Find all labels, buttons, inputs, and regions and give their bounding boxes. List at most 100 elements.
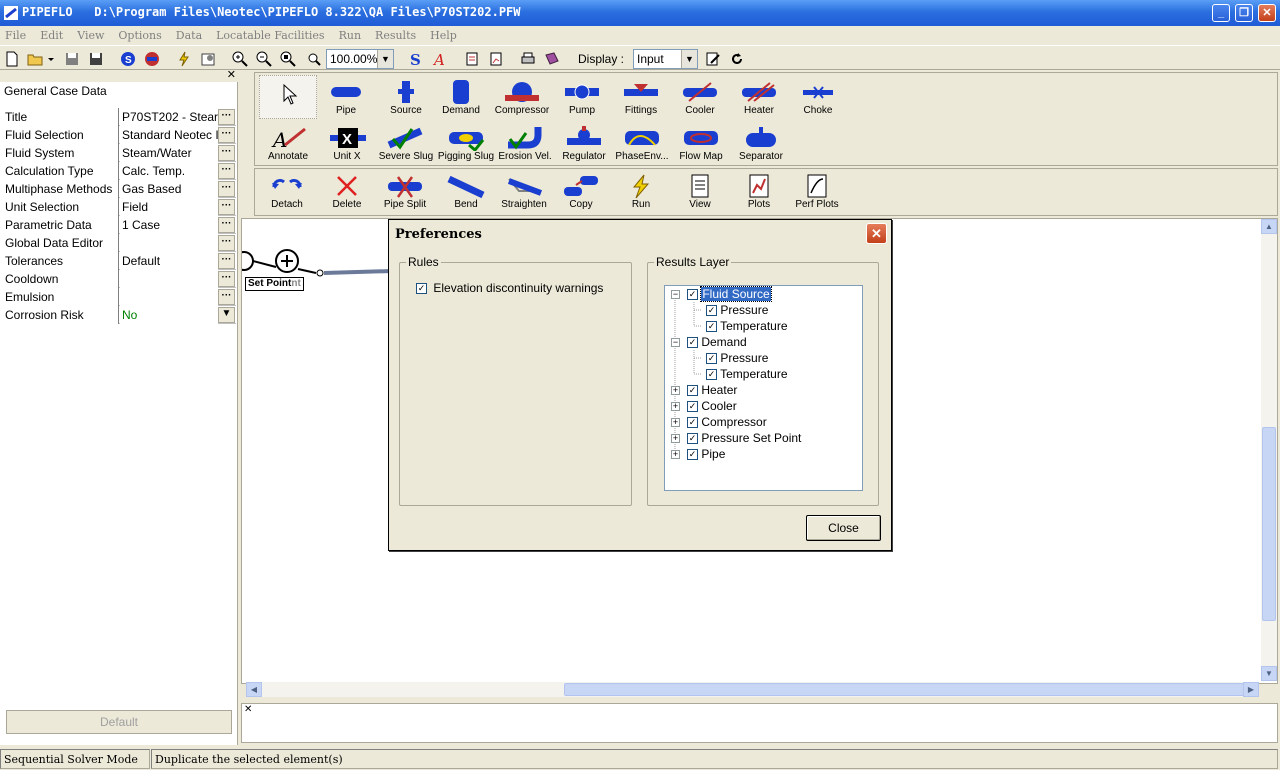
tool-run[interactable]: Run — [611, 171, 671, 217]
chart-report-icon[interactable] — [486, 49, 506, 69]
tree-subitem-demand-pressure[interactable]: ✓ Pressure — [706, 350, 768, 366]
a-font-icon[interactable]: A — [430, 49, 450, 69]
zoom-fit-icon[interactable] — [278, 49, 298, 69]
edit-notes-icon[interactable] — [703, 49, 723, 69]
tree-subitem-fluid-source-temperature[interactable]: ✓ Temperature — [706, 318, 788, 334]
new-file-icon[interactable] — [2, 49, 22, 69]
print-icon[interactable] — [518, 49, 538, 69]
ellipsis-button[interactable]: ··· — [218, 253, 235, 269]
tool-pipe-split[interactable]: Pipe Split — [375, 171, 435, 217]
tool-phaseenv[interactable]: PhaseEnv... — [612, 123, 672, 169]
tree-item-demand[interactable]: ✓ Demand — [687, 334, 747, 350]
ellipsis-button[interactable]: ··· — [218, 217, 235, 233]
elevation-warnings-option[interactable]: ✓ Elevation discontinuity warnings — [416, 281, 603, 295]
close-window-button[interactable]: ✕ — [1258, 4, 1276, 22]
tree-checkbox[interactable]: ✓ — [687, 385, 698, 397]
property-row-fluid-system[interactable]: Fluid System Steam/Water ··· — [2, 144, 236, 162]
tool-unit-x[interactable]: X Unit X — [317, 123, 377, 169]
open-dropdown-icon[interactable] — [45, 49, 57, 69]
tool-choke[interactable]: Choke — [788, 77, 848, 123]
property-row-multiphase-methods[interactable]: Multiphase Methods Gas Based ··· — [2, 180, 236, 198]
tool-cooler[interactable]: Cooler — [670, 77, 730, 123]
tool-straighten[interactable]: Straighten — [494, 171, 554, 217]
scroll-up-icon[interactable]: ▲ — [1261, 219, 1277, 234]
ellipsis-button[interactable]: ··· — [218, 289, 235, 305]
tool-delete[interactable]: Delete — [317, 171, 377, 217]
property-value[interactable]: Field — [120, 198, 218, 216]
tree-checkbox[interactable]: ✓ — [687, 417, 698, 429]
expand-icon[interactable]: + — [671, 386, 680, 395]
tree-item-cooler[interactable]: ✓ Cooler — [687, 398, 737, 414]
property-value[interactable]: No — [120, 306, 218, 324]
s-font-icon[interactable]: S — [406, 49, 426, 69]
vertical-scroll-thumb[interactable] — [1262, 427, 1276, 621]
tool-fittings[interactable]: Fittings — [611, 77, 671, 123]
property-value[interactable]: Calc. Temp. — [120, 162, 218, 180]
book-icon[interactable] — [542, 49, 562, 69]
minimize-button[interactable]: _ — [1212, 4, 1230, 22]
property-value[interactable]: 1 Case — [120, 216, 218, 234]
property-row-corrosion-risk[interactable]: Corrosion Risk No ▼ — [2, 306, 236, 324]
property-row-emulsion[interactable]: Emulsion ··· — [2, 288, 236, 306]
tool-annotate[interactable]: A Annotate — [258, 123, 318, 169]
property-row-unit-selection[interactable]: Unit Selection Field ··· — [2, 198, 236, 216]
ellipsis-button[interactable]: ··· — [218, 235, 235, 251]
save-all-icon[interactable] — [86, 49, 106, 69]
zoom-icon[interactable] — [304, 49, 324, 69]
menu-data[interactable]: Data — [176, 29, 202, 42]
scroll-left-icon[interactable]: ◀ — [246, 682, 262, 697]
menu-view[interactable]: View — [77, 29, 104, 42]
tree-checkbox[interactable]: ✓ — [706, 321, 717, 333]
tool-plots[interactable]: Plots — [729, 171, 789, 217]
tool-view[interactable]: View — [670, 171, 730, 217]
close-button[interactable]: Close — [806, 515, 881, 541]
tool-source[interactable]: Source — [376, 77, 436, 123]
tree-item-fluid-source[interactable]: ✓ Fluid Source — [687, 286, 772, 302]
tree-checkbox[interactable]: ✓ — [706, 353, 717, 365]
property-row-cooldown[interactable]: Cooldown ··· — [2, 270, 236, 288]
zoom-in-icon[interactable] — [230, 49, 250, 69]
tool-perf-plots[interactable]: Perf Plots — [787, 171, 847, 217]
property-value[interactable]: Steam/Water — [120, 144, 218, 162]
tree-item-heater[interactable]: ✓ Heater — [687, 382, 737, 398]
default-button[interactable]: Default — [6, 710, 232, 734]
menu-file[interactable]: File — [5, 29, 26, 42]
property-row-calculation-type[interactable]: Calculation Type Calc. Temp. ··· — [2, 162, 236, 180]
results-layer-tree[interactable]: − ✓ Fluid Source ✓ Pressure ✓ Temperature − ✓… — [664, 285, 863, 491]
tree-item-compressor[interactable]: ✓ Compressor — [687, 414, 767, 430]
property-value[interactable]: Gas Based — [120, 180, 218, 198]
expand-icon[interactable]: + — [671, 418, 680, 427]
tree-checkbox[interactable]: ✓ — [687, 433, 698, 445]
zoom-select[interactable]: 100.00% ▼ — [326, 49, 394, 69]
tree-checkbox[interactable]: ✓ — [706, 305, 717, 317]
expand-icon[interactable]: + — [671, 450, 680, 459]
tree-checkbox[interactable]: ✓ — [687, 449, 698, 461]
scroll-right-icon[interactable]: ▶ — [1243, 682, 1259, 697]
display-select[interactable]: Input ▼ — [633, 49, 698, 69]
tree-item-pressure-set-point[interactable]: ✓ Pressure Set Point — [687, 430, 801, 446]
menu-locatable-facilities[interactable]: Locatable Facilities — [216, 29, 324, 42]
network-icon[interactable] — [142, 49, 162, 69]
property-value[interactable]: P70ST202 - Stear — [120, 108, 218, 126]
tool-copy[interactable]: Copy — [551, 171, 611, 217]
menu-run[interactable]: Run — [339, 29, 361, 42]
tool-severe-slug[interactable]: Severe Slug — [376, 123, 436, 169]
refresh-icon[interactable] — [727, 49, 747, 69]
tree-item-pipe[interactable]: ✓ Pipe — [687, 446, 725, 462]
ellipsis-button[interactable]: ··· — [218, 181, 235, 197]
ellipsis-button[interactable]: ··· — [218, 145, 235, 161]
property-row-tolerances[interactable]: Tolerances Default ··· — [2, 252, 236, 270]
close-panel-icon[interactable]: ✕ — [227, 68, 236, 81]
property-value[interactable]: Standard Neotec I — [120, 126, 218, 144]
tree-subitem-fluid-source-pressure[interactable]: ✓ Pressure — [706, 302, 768, 318]
tool-pigging-slug[interactable]: Pigging Slug — [436, 123, 496, 169]
property-row-fluid-selection[interactable]: Fluid Selection Standard Neotec I ··· — [2, 126, 236, 144]
expand-icon[interactable]: + — [671, 434, 680, 443]
menu-results[interactable]: Results — [375, 29, 416, 42]
tool-pipe[interactable]: Pipe — [316, 77, 376, 123]
tool-erosion-vel[interactable]: Erosion Vel. — [495, 123, 555, 169]
tool-detach[interactable]: Detach — [257, 171, 317, 217]
tool-demand[interactable]: Demand — [431, 77, 491, 123]
tree-checkbox[interactable]: ✓ — [687, 401, 698, 413]
elevation-warnings-checkbox[interactable]: ✓ — [416, 283, 427, 295]
